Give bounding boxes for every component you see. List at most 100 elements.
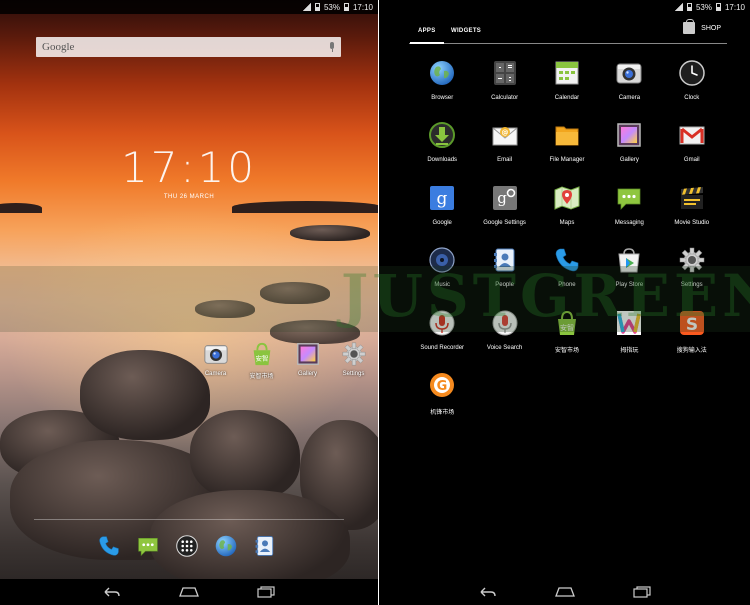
app-item[interactable]: Sound Recorder	[411, 308, 473, 370]
app-item[interactable]: Clock	[661, 58, 723, 120]
app-item[interactable]: Calculator	[473, 58, 535, 120]
app-item[interactable]: File Manager	[536, 120, 598, 182]
google-search-bar[interactable]: Google	[36, 37, 341, 57]
battery-icon	[314, 3, 320, 11]
app-item[interactable]: Music	[411, 245, 473, 307]
app-label: Music	[434, 282, 451, 289]
settings-icon	[677, 245, 707, 275]
svg-text:S: S	[686, 315, 698, 335]
dock-item[interactable]	[174, 533, 200, 559]
app-item[interactable]: 安智 安智市场	[536, 308, 598, 370]
app-item[interactable]: Settings	[661, 245, 723, 307]
browser-icon	[213, 533, 239, 559]
wallpaper-rock	[190, 410, 300, 500]
wallpaper-rock	[290, 225, 370, 241]
home-icon	[554, 587, 575, 597]
dock-item[interactable]	[252, 533, 278, 559]
app-item[interactable]: Messaging	[598, 183, 660, 245]
app-item[interactable]: People	[473, 245, 535, 307]
anzhi-market-icon: 安智	[552, 308, 582, 338]
home-shortcuts: Camera 安智 安智市场 Gallery Settings	[196, 340, 373, 380]
app-item[interactable]: @ Email	[473, 120, 535, 182]
home-shortcut[interactable]: Camera	[196, 340, 235, 380]
app-label: Maps	[559, 219, 575, 226]
app-label: Clock	[684, 95, 700, 101]
app-item[interactable]: Gmail	[661, 120, 723, 182]
people-icon	[490, 245, 520, 275]
app-label: Gallery	[619, 157, 639, 164]
app-item[interactable]: 拇指玩	[598, 308, 660, 370]
file-manager-icon	[552, 120, 582, 150]
home-shortcut[interactable]: Gallery	[288, 340, 327, 380]
app-item[interactable]: Browser	[411, 58, 473, 120]
app-item[interactable]: g Google Settings	[473, 183, 535, 245]
home-screen: 53% 17:10 Google 17:10 THU 26 MARCH Came…	[0, 0, 378, 605]
app-label: People	[495, 282, 514, 289]
battery-charge-icon	[715, 3, 721, 11]
shop-button[interactable]: SHOP	[683, 19, 721, 34]
tab-apps[interactable]: APPS	[410, 28, 443, 44]
microphone-icon[interactable]	[329, 42, 335, 52]
wallpaper-rock	[80, 350, 210, 440]
recent-apps-button[interactable]	[632, 585, 652, 599]
recent-apps-button[interactable]	[256, 585, 276, 599]
home-shortcut[interactable]: 安智 安智市场	[242, 340, 281, 380]
dock-item[interactable]	[96, 533, 122, 559]
app-label: Calendar	[554, 95, 580, 101]
app-item[interactable]: S 搜狗输入法	[661, 308, 723, 370]
app-item[interactable]: g Google	[411, 183, 473, 245]
app-item[interactable]: Maps	[536, 183, 598, 245]
shop-label: SHOP	[701, 24, 721, 32]
muzhiwan-icon	[614, 308, 644, 338]
back-button[interactable]	[478, 585, 498, 599]
svg-text:g: g	[437, 189, 448, 209]
battery-icon	[686, 3, 692, 11]
app-item[interactable]: Play Store	[598, 245, 660, 307]
home-button[interactable]	[554, 585, 575, 599]
app-item[interactable]: Calendar	[536, 58, 598, 120]
battery-percent: 53%	[323, 2, 340, 12]
app-item[interactable]: Downloads	[411, 120, 473, 182]
app-item[interactable]: Gallery	[598, 120, 660, 182]
app-item[interactable]: Phone	[536, 245, 598, 307]
gfan-market-icon: G	[427, 370, 457, 400]
calculator-icon	[490, 58, 520, 88]
app-item[interactable]: Camera	[598, 58, 660, 120]
all-apps-icon	[174, 533, 200, 559]
drawer-tabs: APPS WIDGETS SHOP	[409, 19, 727, 44]
app-label: Downloads	[427, 157, 458, 164]
music-icon	[427, 245, 457, 275]
home-button[interactable]	[179, 585, 199, 599]
camera-icon	[614, 58, 644, 88]
app-label: Gmail	[683, 157, 700, 164]
app-label: File Manager	[549, 157, 585, 164]
app-label: 机锋市场	[430, 409, 455, 416]
svg-text:G: G	[437, 379, 448, 394]
sogou-input-icon: S	[677, 308, 707, 338]
home-shortcut-label: Camera	[204, 371, 227, 377]
app-label: 搜狗输入法	[676, 347, 707, 354]
gmail-icon	[677, 120, 707, 150]
clock-widget-time[interactable]: 17:10	[0, 143, 378, 192]
phone-icon	[96, 533, 122, 559]
app-label: Messaging	[614, 219, 644, 226]
battery-charge-icon	[343, 3, 349, 11]
app-label: 安智市场	[554, 347, 579, 354]
gallery-icon	[294, 340, 322, 368]
signal-icon	[674, 3, 683, 11]
app-item[interactable]: Movie Studio	[661, 183, 723, 245]
app-label: Play Store	[615, 282, 644, 289]
app-item[interactable]: G 机锋市场	[411, 370, 473, 432]
back-button[interactable]	[102, 585, 122, 599]
home-shortcut[interactable]: Settings	[334, 340, 373, 380]
recent-apps-icon	[257, 586, 275, 598]
dock-item[interactable]	[135, 533, 161, 559]
maps-icon	[552, 183, 582, 213]
tab-widgets[interactable]: WIDGETS	[451, 28, 481, 34]
dock-divider	[34, 519, 344, 520]
wallpaper-headland-right	[232, 201, 378, 213]
app-item[interactable]: Voice Search	[473, 308, 535, 370]
svg-text:安智: 安智	[560, 323, 574, 332]
app-label: Settings	[680, 282, 703, 289]
dock-item[interactable]	[213, 533, 239, 559]
